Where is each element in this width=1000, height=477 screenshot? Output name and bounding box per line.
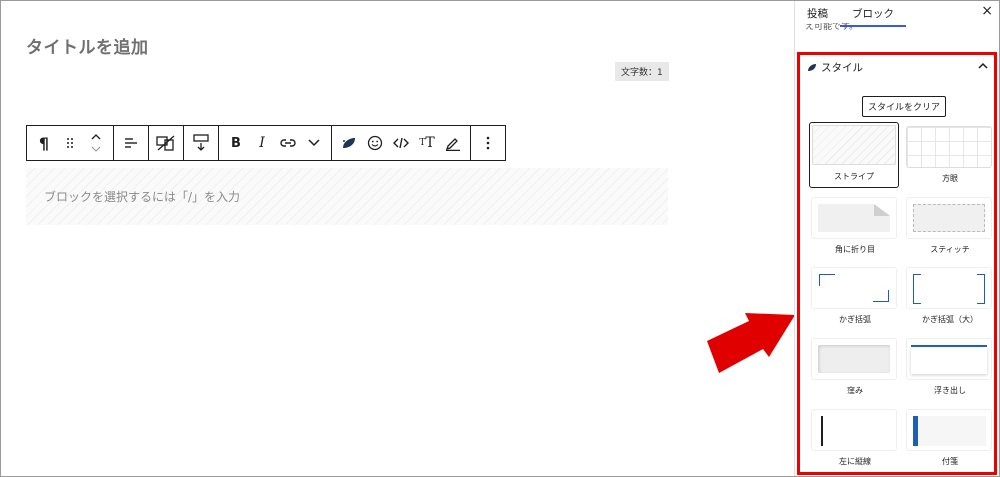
style-option-left-border[interactable]: 左に縦線 [811, 409, 899, 467]
style-option-grid[interactable]: 方眼 [906, 126, 994, 184]
settings-sidebar: 投稿 ブロック × え可能です。 スタイル スタイルをクリア ストライプ 方眼 [794, 1, 999, 476]
clear-style-button[interactable]: スタイルをクリア [862, 96, 947, 117]
style-label: かぎ括弧（大） [922, 315, 978, 324]
device-visibility-icon[interactable] [153, 126, 179, 160]
paragraph-icon[interactable]: ¶ [31, 126, 57, 160]
character-count-badge: 文字数：1 [615, 62, 669, 81]
toolbar-group-more [471, 126, 505, 160]
brackets-large-preview [906, 267, 992, 309]
style-option-brackets[interactable]: かぎ括弧 [811, 267, 899, 325]
toolbar-group-hide [149, 126, 184, 160]
move-up-down-icon[interactable] [83, 126, 109, 160]
margin-bottom-icon[interactable] [188, 126, 214, 160]
inset-preview [811, 338, 897, 380]
bold-icon[interactable]: B [223, 126, 249, 160]
folded-corner-preview [811, 197, 897, 239]
more-options-icon[interactable] [475, 126, 501, 160]
brackets-preview [811, 267, 897, 309]
code-icon[interactable] [388, 126, 414, 160]
style-label: 方眼 [942, 174, 958, 183]
truncated-help-text: え可能です。 [805, 23, 859, 32]
chevron-down-icon[interactable] [301, 126, 327, 160]
style-label: ストライプ [834, 172, 874, 181]
raised-preview [906, 338, 992, 380]
red-arrow-icon [707, 313, 795, 373]
style-label: 浮き出し [934, 386, 966, 395]
style-label: 付箋 [942, 457, 958, 466]
style-label: 角に折り目 [835, 245, 875, 254]
style-label: 窪み [847, 386, 863, 395]
italic-icon[interactable]: I [249, 126, 275, 160]
link-icon[interactable] [275, 126, 301, 160]
styles-panel-header[interactable]: スタイル [807, 60, 863, 75]
left-border-preview [811, 409, 897, 451]
stripe-preview [812, 125, 896, 165]
styles-panel-title: スタイル [821, 62, 863, 74]
style-option-inset[interactable]: 窪み [811, 338, 899, 396]
chevron-up-icon[interactable] [978, 59, 988, 72]
style-option-stripe[interactable]: ストライプ [809, 122, 899, 188]
toolbar-group-format: B I [219, 126, 332, 160]
drag-handle-icon[interactable] [57, 126, 83, 160]
toolbar-group-block: ¶ [27, 126, 114, 160]
toolbar-group-align [114, 126, 149, 160]
screenshot-frame: タイトルを追加 文字数：1 ¶ B I T T ブロックを選択するには「/」を入… [0, 0, 1000, 477]
toolbar-group-margin [184, 126, 219, 160]
toolbar-group-extra: TT [332, 126, 471, 160]
sticky-note-preview [906, 409, 992, 451]
style-option-brackets-large[interactable]: かぎ括弧（大） [906, 267, 994, 325]
style-label: かぎ括弧 [839, 315, 871, 324]
post-title-input[interactable]: タイトルを追加 [26, 33, 149, 58]
paragraph-block-placeholder[interactable]: ブロックを選択するには「/」を入力 [26, 168, 668, 225]
style-option-stitch[interactable]: スティッチ [906, 197, 994, 255]
emoji-icon[interactable] [362, 126, 388, 160]
style-label: スティッチ [930, 245, 970, 254]
close-icon[interactable]: × [981, 3, 993, 19]
grid-preview [906, 126, 992, 168]
stitch-preview [906, 197, 992, 239]
font-size-icon[interactable]: TT [414, 126, 440, 160]
style-option-folded-corner[interactable]: 角に折り目 [811, 197, 899, 255]
align-left-icon[interactable] [118, 126, 144, 160]
block-toolbar: ¶ B I T T [26, 125, 506, 161]
styles-panel-icon [808, 64, 816, 71]
block-placeholder-text: ブロックを選択するには「/」を入力 [44, 190, 241, 204]
theme-highlighter-icon[interactable] [336, 126, 362, 160]
marker-pen-icon[interactable] [440, 126, 466, 160]
style-label: 左に縦線 [839, 457, 871, 466]
editor-canvas: タイトルを追加 文字数：1 ¶ B I T T ブロックを選択するには「/」を入… [2, 2, 794, 476]
style-option-raised[interactable]: 浮き出し [906, 338, 994, 396]
style-option-sticky-note[interactable]: 付箋 [906, 409, 994, 467]
